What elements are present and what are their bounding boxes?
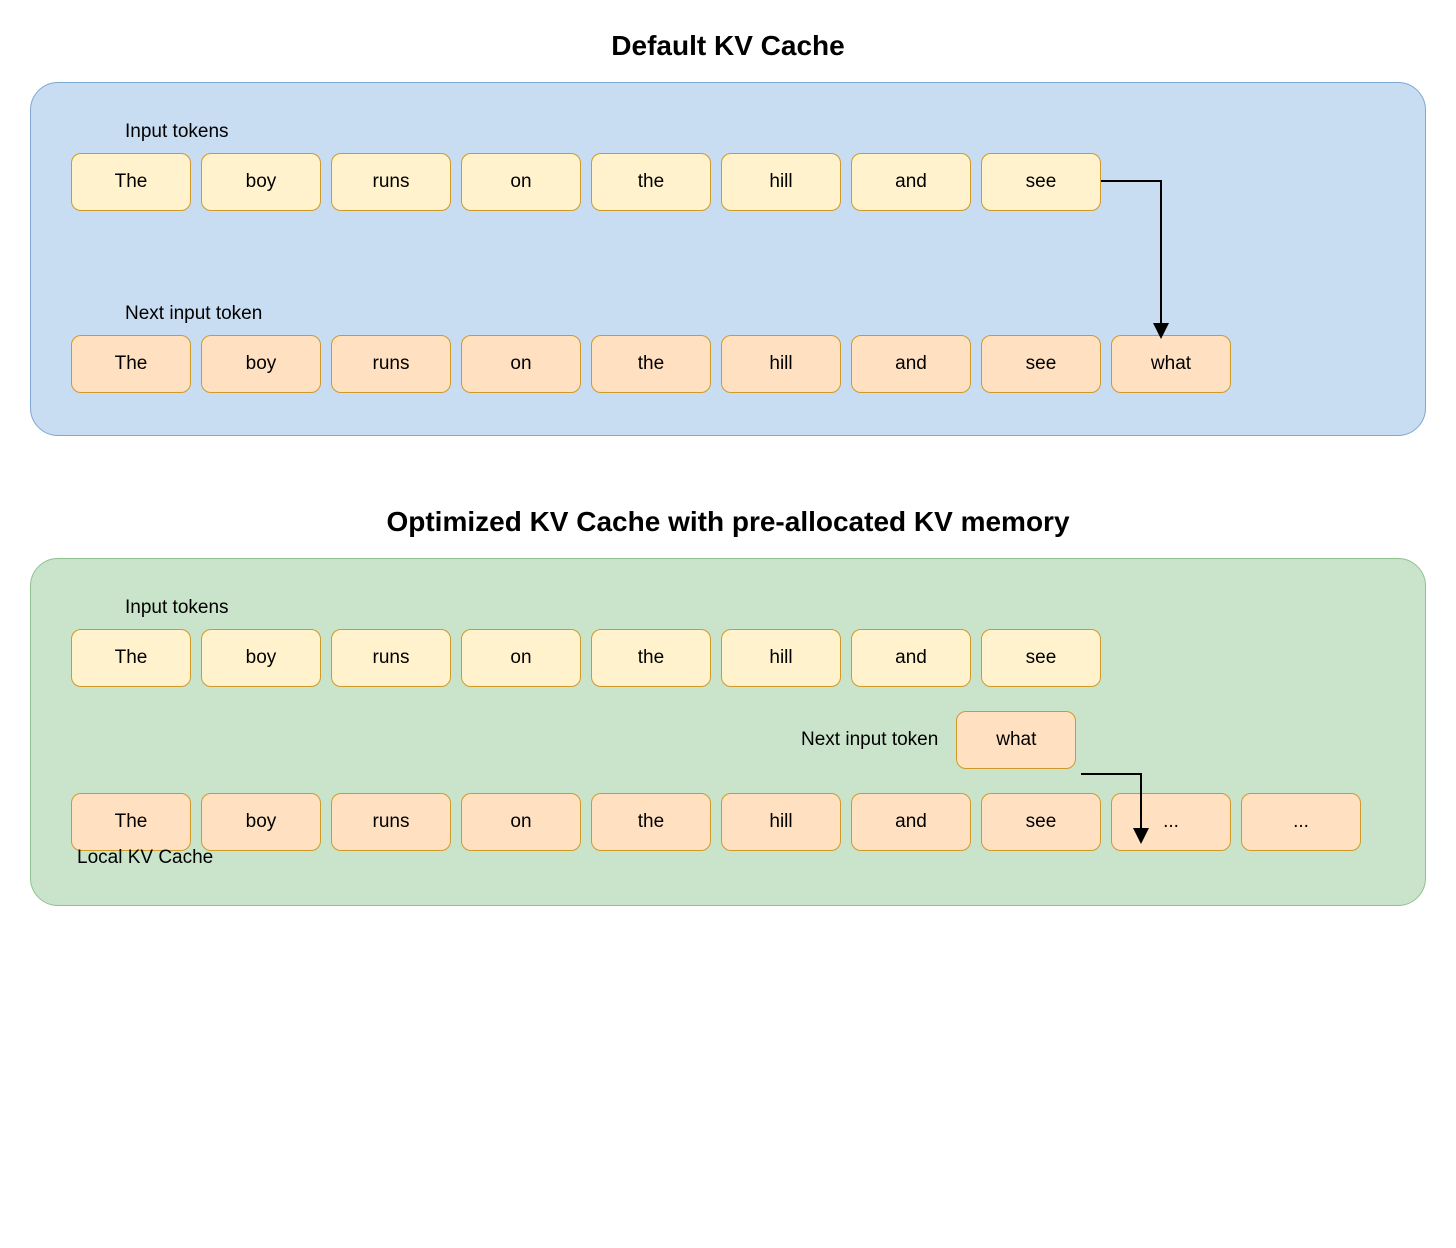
token: The bbox=[71, 153, 191, 211]
token: runs bbox=[331, 793, 451, 851]
panel-default-kv: Input tokens The boy runs on the hill an… bbox=[30, 82, 1426, 436]
token: on bbox=[461, 793, 581, 851]
token: hill bbox=[721, 793, 841, 851]
token: runs bbox=[331, 153, 451, 211]
token: boy bbox=[201, 629, 321, 687]
token: The bbox=[71, 629, 191, 687]
row-next-token-opt: Next input token what bbox=[801, 711, 1385, 769]
row-next-input-default: The boy runs on the hill and see what bbox=[71, 335, 1385, 393]
token: the bbox=[591, 153, 711, 211]
token: boy bbox=[201, 335, 321, 393]
token-next: what bbox=[1111, 335, 1231, 393]
token: on bbox=[461, 335, 581, 393]
token: see bbox=[981, 629, 1101, 687]
label-next-input-token: Next input token bbox=[125, 303, 1385, 325]
title-optimized: Optimized KV Cache with pre-allocated KV… bbox=[30, 506, 1426, 538]
token: see bbox=[981, 793, 1101, 851]
token: the bbox=[591, 629, 711, 687]
panel-optimized-kv: Input tokens The boy runs on the hill an… bbox=[30, 558, 1426, 906]
token: The bbox=[71, 793, 191, 851]
token: and bbox=[851, 793, 971, 851]
title-default: Default KV Cache bbox=[30, 30, 1426, 62]
token: and bbox=[851, 153, 971, 211]
token-next-opt: what bbox=[956, 711, 1076, 769]
token: and bbox=[851, 629, 971, 687]
row-input-tokens-opt: The boy runs on the hill and see bbox=[71, 629, 1385, 687]
token: hill bbox=[721, 153, 841, 211]
token: runs bbox=[331, 629, 451, 687]
token: see bbox=[981, 335, 1101, 393]
label-next-input-token-opt: Next input token bbox=[801, 729, 938, 751]
row-input-tokens-default: The boy runs on the hill and see bbox=[71, 153, 1385, 211]
token: boy bbox=[201, 153, 321, 211]
token: see bbox=[981, 153, 1101, 211]
token: The bbox=[71, 335, 191, 393]
token: hill bbox=[721, 629, 841, 687]
token: on bbox=[461, 629, 581, 687]
token: boy bbox=[201, 793, 321, 851]
token: runs bbox=[331, 335, 451, 393]
token: the bbox=[591, 793, 711, 851]
token-placeholder: ... bbox=[1111, 793, 1231, 851]
token-placeholder: ... bbox=[1241, 793, 1361, 851]
token: on bbox=[461, 153, 581, 211]
token: hill bbox=[721, 335, 841, 393]
token: the bbox=[591, 335, 711, 393]
row-kv-cache-opt: The boy runs on the hill and see ... ... bbox=[71, 793, 1385, 851]
token: and bbox=[851, 335, 971, 393]
label-input-tokens: Input tokens bbox=[125, 121, 1385, 143]
label-input-tokens-opt: Input tokens bbox=[125, 597, 1385, 619]
